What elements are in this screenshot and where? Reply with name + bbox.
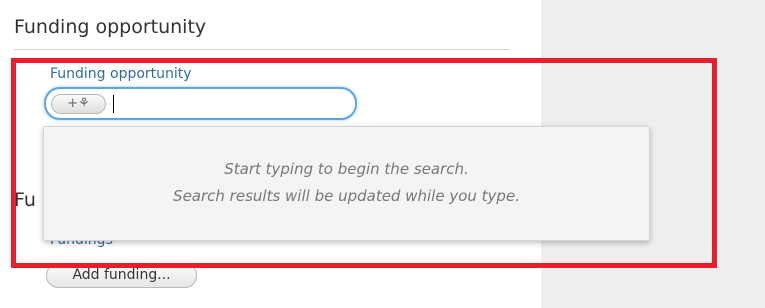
funding-opportunity-autocomplete[interactable]: +⚘ <box>44 87 357 120</box>
section-divider <box>14 49 510 50</box>
funding-opportunity-label: Funding opportunity <box>50 66 192 82</box>
search-hint-popup: Start typing to begin the search. Search… <box>43 126 650 241</box>
add-funding-button[interactable]: Add funding... <box>46 263 197 288</box>
fundings-section-title: Fu <box>14 189 36 211</box>
search-hint-line-1: Start typing to begin the search. <box>224 160 469 178</box>
funding-opportunity-input[interactable] <box>112 93 347 115</box>
text-caret <box>113 95 114 113</box>
section-title: Funding opportunity <box>14 16 207 38</box>
search-hint-line-2: Search results will be updated while you… <box>173 187 520 205</box>
lookup-add-icon-button[interactable]: +⚘ <box>51 94 106 114</box>
page: Funding opportunity Funding opportunity … <box>0 0 765 308</box>
